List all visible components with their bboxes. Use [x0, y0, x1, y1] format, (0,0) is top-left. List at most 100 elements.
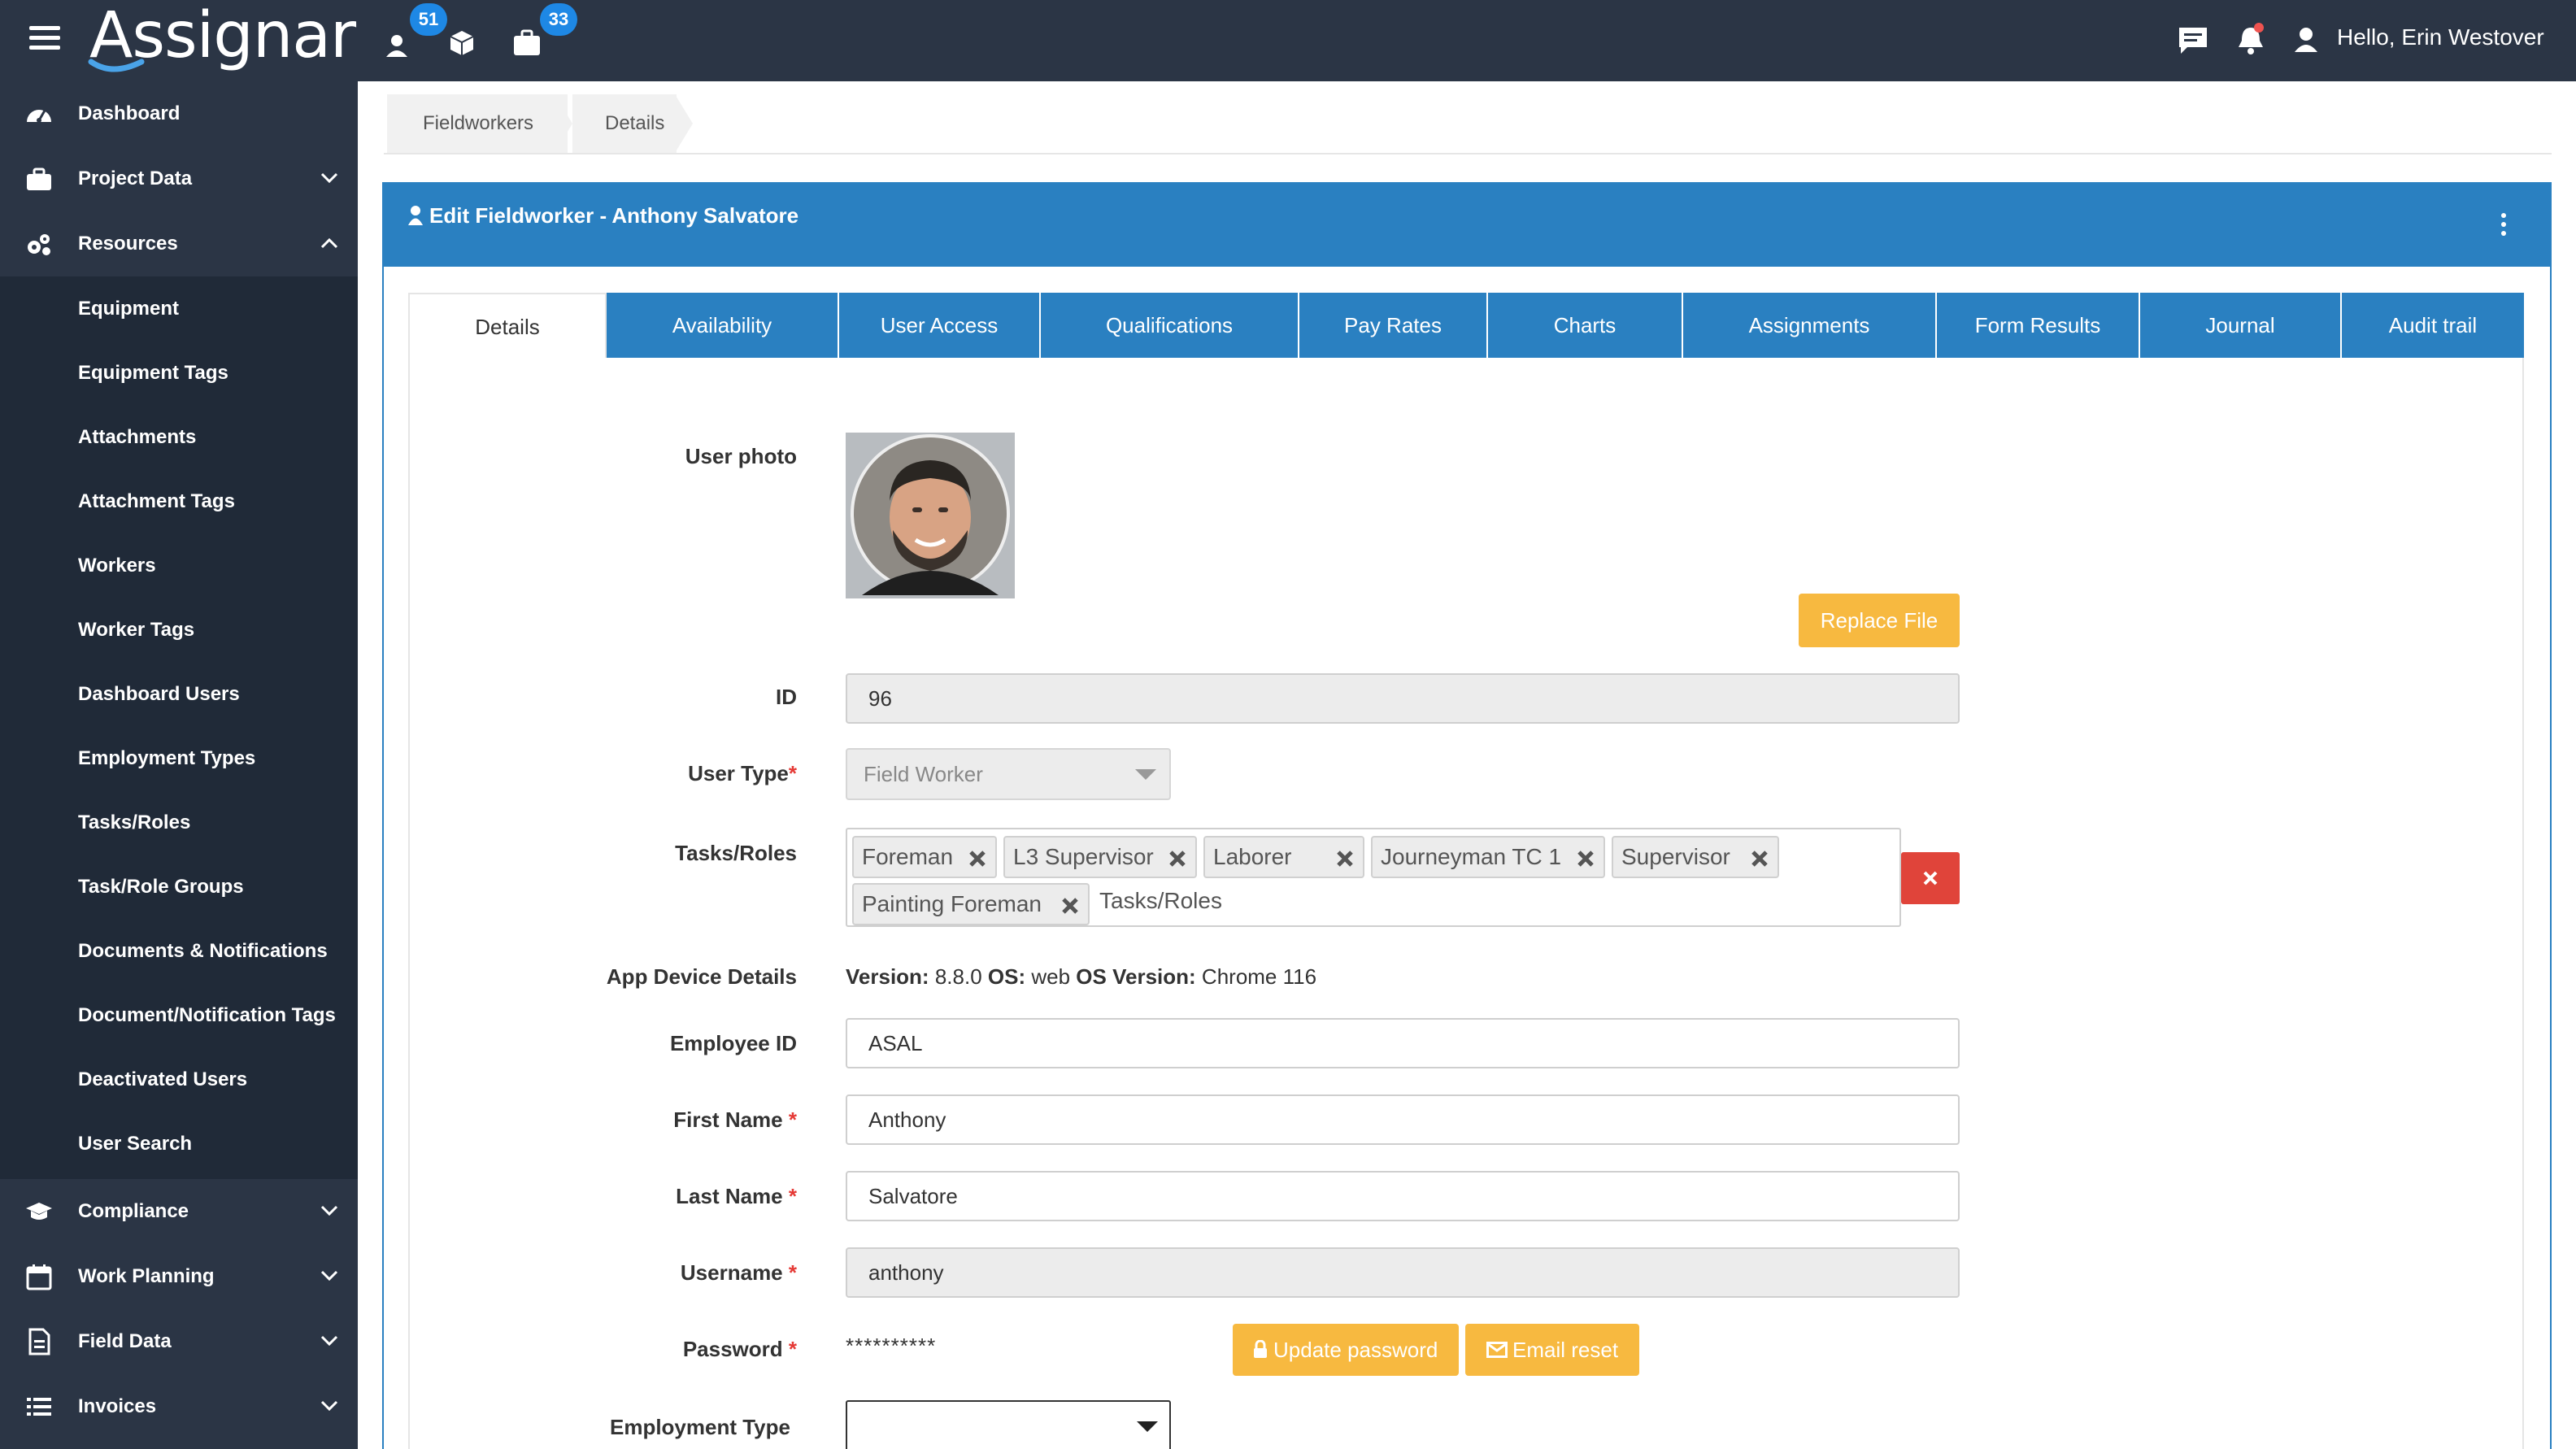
remove-tag-icon[interactable] — [968, 849, 987, 868]
clear-tasks-button[interactable] — [1901, 852, 1960, 904]
replace-file-button[interactable]: Replace File — [1799, 594, 1960, 647]
sidebar-item-field-data[interactable]: Field Data — [0, 1309, 358, 1374]
sidebar-subitem-workers[interactable]: Workers — [0, 533, 358, 598]
tab-form-results[interactable]: Form Results — [1937, 293, 2140, 358]
breadcrumb-fieldworkers[interactable]: Fieldworkers — [387, 94, 568, 153]
sidebar-subitem-equipment-tags[interactable]: Equipment Tags — [0, 341, 358, 405]
tasks-roles-label: Tasks/Roles — [675, 841, 797, 865]
sidebar-subitem-equipment[interactable]: Equipment — [0, 276, 358, 341]
tasks-roles-input[interactable]: Foreman L3 Supervisor Laborer Journeyman… — [846, 828, 1901, 927]
sidebar-item-dashboard[interactable]: Dashboard — [0, 81, 358, 146]
remove-tag-icon[interactable] — [1060, 896, 1080, 916]
task-tag: Laborer — [1203, 836, 1364, 878]
breadcrumb-label: Details — [605, 112, 665, 134]
tab-availability[interactable]: Availability — [607, 293, 839, 358]
sidebar-subitem-worker-tags[interactable]: Worker Tags — [0, 598, 358, 662]
task-tag: Painting Foreman — [852, 883, 1090, 925]
resources-submenu: Equipment Equipment Tags Attachments Att… — [0, 276, 358, 1179]
chevron-down-icon — [320, 1205, 338, 1216]
sidebar-subitem-label: Documents & Notifications — [78, 940, 328, 962]
sidebar-item-label: Work Planning — [78, 1265, 215, 1287]
user-photo[interactable] — [846, 433, 1015, 598]
sidebar-item-project-data[interactable]: Project Data — [0, 146, 358, 211]
breadcrumb-arrow-icon — [555, 94, 572, 153]
tab-assignments[interactable]: Assignments — [1683, 293, 1937, 358]
tab-user-access[interactable]: User Access — [839, 293, 1041, 358]
update-password-button[interactable]: Update password — [1233, 1324, 1459, 1376]
sidebar-subitem-dashboard-users[interactable]: Dashboard Users — [0, 662, 358, 726]
task-tag: Supervisor — [1612, 836, 1779, 878]
tab-charts[interactable]: Charts — [1488, 293, 1683, 358]
sidebar-item-invoices[interactable]: Invoices — [0, 1374, 358, 1439]
sidebar-subitem-employment-types[interactable]: Employment Types — [0, 726, 358, 790]
id-field[interactable]: 96 — [846, 673, 1960, 724]
version-value: 8.8.0 — [934, 964, 982, 989]
update-password-label: Update password — [1273, 1338, 1438, 1362]
tasks-roles-placeholder[interactable]: Tasks/Roles — [1099, 888, 1222, 914]
logo-swoosh-icon — [88, 59, 145, 72]
user-type-value: Field Worker — [864, 762, 983, 786]
sidebar-subitem-attachments[interactable]: Attachments — [0, 405, 358, 469]
sidebar-item-compliance[interactable]: Compliance — [0, 1179, 358, 1244]
sidebar-item-work-planning[interactable]: Work Planning — [0, 1244, 358, 1309]
sidebar-subitem-label: Equipment Tags — [78, 362, 228, 384]
bell-icon[interactable] — [2234, 21, 2267, 60]
sidebar-subitem-label: Workers — [78, 555, 156, 577]
panel-title: Edit Fieldworker - Anthony Salvatore — [429, 203, 799, 228]
task-tag: L3 Supervisor — [1003, 836, 1197, 878]
user-greeting[interactable]: Hello, Erin Westover — [2337, 24, 2544, 50]
chevron-up-icon — [320, 237, 338, 249]
sidebar-subitem-document-notification-tags[interactable]: Document/Notification Tags — [0, 983, 358, 1047]
calendar-icon — [26, 1264, 52, 1290]
employment-type-select[interactable] — [846, 1400, 1171, 1449]
user-icon[interactable] — [2291, 21, 2321, 60]
graduation-cap-icon — [26, 1203, 52, 1220]
cube-icon[interactable] — [446, 23, 478, 59]
last-name-label: Last Name * — [455, 1184, 797, 1209]
sidebar-subitem-label: Worker Tags — [78, 619, 195, 641]
password-label: Password * — [455, 1337, 797, 1362]
employee-id-field[interactable]: ASAL — [846, 1018, 1960, 1068]
sidebar-subitem-documents-notifications[interactable]: Documents & Notifications — [0, 919, 358, 983]
sidebar-subitem-task-role-groups[interactable]: Task/Role Groups — [0, 855, 358, 919]
email-reset-button[interactable]: Email reset — [1465, 1324, 1639, 1376]
sidebar-subitem-label: Equipment — [78, 298, 179, 320]
sidebar-item-resources[interactable]: Resources — [0, 211, 358, 276]
sidebar-item-label: Dashboard — [78, 102, 181, 124]
briefcase-icon[interactable] — [511, 23, 543, 59]
chevron-down-icon — [320, 1335, 338, 1347]
more-options-icon[interactable] — [2500, 213, 2508, 237]
menu-icon[interactable] — [29, 26, 60, 50]
first-name-field[interactable]: Anthony — [846, 1094, 1960, 1145]
username-field[interactable]: anthony — [846, 1247, 1960, 1298]
sidebar-subitem-label: Employment Types — [78, 747, 256, 769]
remove-tag-icon[interactable] — [1576, 849, 1595, 868]
breadcrumb-details[interactable]: Details — [572, 94, 677, 153]
user-type-label: User Type* — [455, 761, 797, 786]
tab-audit-trail[interactable]: Audit trail — [2342, 293, 2524, 358]
speedometer-icon — [27, 110, 51, 123]
tab-pay-rates[interactable]: Pay Rates — [1299, 293, 1488, 358]
briefcase-badge: 33 — [540, 3, 577, 36]
remove-tag-icon[interactable] — [1168, 849, 1187, 868]
user-type-select[interactable]: Field Worker — [846, 748, 1171, 800]
remove-tag-icon[interactable] — [1750, 849, 1769, 868]
sidebar-subitem-deactivated-users[interactable]: Deactivated Users — [0, 1047, 358, 1112]
person-icon[interactable] — [382, 23, 415, 59]
sidebar-subitem-tasks-roles[interactable]: Tasks/Roles — [0, 790, 358, 855]
chat-icon[interactable] — [2176, 21, 2210, 60]
username-label: Username * — [455, 1260, 797, 1286]
briefcase-icon — [27, 168, 51, 190]
sidebar-item-label: Field Data — [78, 1330, 172, 1352]
tab-journal[interactable]: Journal — [2140, 293, 2342, 358]
tab-details[interactable]: Details — [408, 293, 607, 358]
user-photo-label: User photo — [685, 444, 797, 468]
last-name-field[interactable]: Salvatore — [846, 1171, 1960, 1221]
tab-qualifications[interactable]: Qualifications — [1041, 293, 1299, 358]
sidebar-subitem-label: Tasks/Roles — [78, 812, 191, 833]
employment-type-label: Employment Type — [609, 1415, 790, 1439]
sidebar-subitem-label: Deactivated Users — [78, 1068, 248, 1090]
remove-tag-icon[interactable] — [1335, 849, 1355, 868]
sidebar-subitem-user-search[interactable]: User Search — [0, 1112, 358, 1176]
sidebar-subitem-attachment-tags[interactable]: Attachment Tags — [0, 469, 358, 533]
